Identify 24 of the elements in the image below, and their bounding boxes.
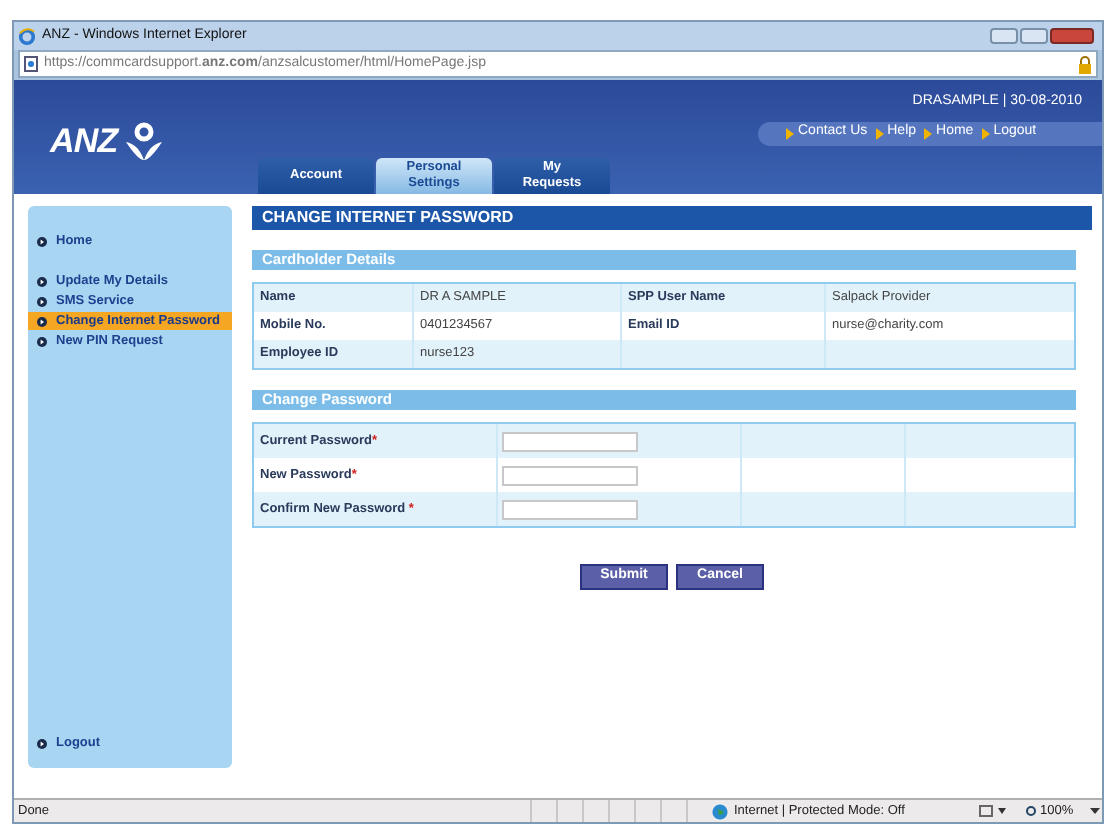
close-button[interactable]	[1050, 28, 1094, 44]
password-field[interactable]	[502, 431, 638, 451]
page-title: CHANGE INTERNET PASSWORD	[252, 206, 1092, 230]
bullet-icon	[36, 295, 48, 307]
bullet-icon	[36, 235, 48, 247]
security-icon	[978, 804, 1006, 818]
arrow-icon	[786, 127, 794, 139]
logo-icon	[121, 121, 166, 161]
logo-text: ANZ	[50, 119, 118, 164]
arrow-icon	[981, 127, 990, 139]
password-field[interactable]	[502, 499, 638, 519]
password-field[interactable]	[502, 465, 638, 485]
globe-icon	[712, 803, 728, 819]
maximize-button[interactable]	[1020, 28, 1048, 44]
dropdown-icon	[1089, 808, 1100, 814]
browser-logo-icon	[18, 27, 36, 45]
zoom-icon	[1026, 805, 1038, 817]
minimize-button[interactable]	[990, 28, 1018, 44]
bullet-icon	[36, 275, 48, 287]
arrow-icon	[875, 127, 884, 139]
bullet-icon	[36, 315, 48, 327]
bullet-icon	[36, 737, 48, 749]
bullet-icon	[36, 335, 48, 347]
arrow-icon	[924, 127, 933, 139]
